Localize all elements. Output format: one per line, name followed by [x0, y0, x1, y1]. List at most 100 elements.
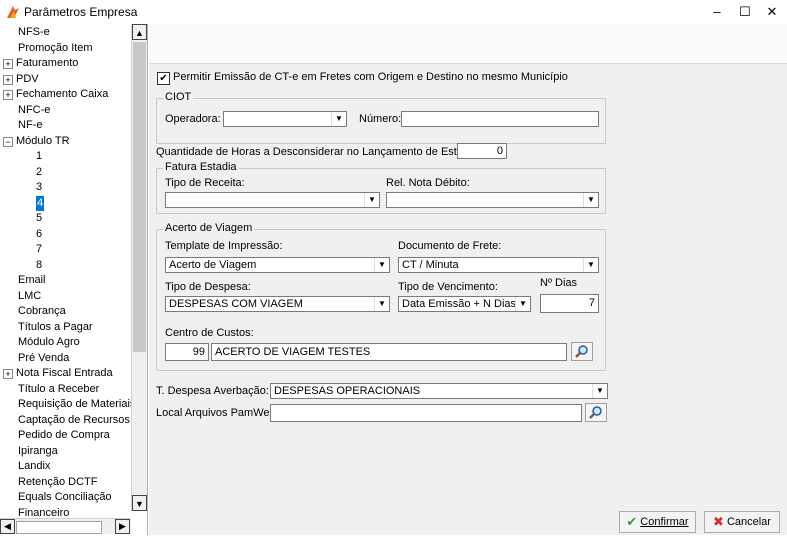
tipo-vencimento-label: Tipo de Vencimento:	[398, 281, 498, 293]
acerto-viagem-group: Acerto de Viagem Template de Impressão: …	[156, 222, 606, 371]
tree-item-label: LMC	[18, 289, 42, 302]
app-logo-icon	[7, 6, 19, 18]
tree-item-label: Títulos a Pagar	[18, 320, 93, 333]
tree-vertical-scrollbar[interactable]: ▲ ▼	[131, 24, 147, 511]
chevron-down-icon[interactable]: ▼	[374, 297, 389, 311]
chevron-down-icon[interactable]: ▼	[515, 297, 530, 311]
tree-item-label: Pedido de Compra	[18, 429, 110, 441]
tree-item-label: 7	[36, 243, 43, 255]
tree-item-label: Nota Fiscal Entrada	[16, 367, 113, 379]
search-local-button[interactable]	[585, 403, 607, 422]
tree-item-label: 6	[36, 227, 43, 240]
centro-codigo-input[interactable]: 99	[165, 343, 209, 361]
tree-item-label: 1	[36, 150, 43, 162]
tree-item-label: Módulo TR	[16, 134, 70, 147]
permitir-cte-checkbox[interactable]: ✔	[157, 72, 170, 85]
tipo-vencimento-select[interactable]: Data Emissão + N Dias ▼	[398, 296, 531, 312]
expand-icon[interactable]: +	[3, 74, 13, 85]
permitir-cte-label: Permitir Emissão de CT-e em Fretes com O…	[173, 71, 568, 83]
n-dias-label: Nº Dias	[540, 277, 578, 289]
operadora-label: Operadora:	[165, 113, 221, 125]
rel-nota-select[interactable]: ▼	[386, 192, 599, 208]
tree-item-label: Captação de Recursos	[18, 413, 130, 426]
tipo-receita-label: Tipo de Receita:	[165, 177, 245, 189]
template-select[interactable]: Acerto de Viagem ▼	[165, 257, 390, 273]
confirmar-button[interactable]: ✔ Confirmar	[619, 511, 696, 533]
tree-item-label: 2	[36, 165, 43, 178]
fatura-estadia-title: Fatura Estadia	[163, 161, 239, 173]
tree-item-label: PDV	[16, 72, 39, 85]
numero-label: Número:	[359, 113, 402, 125]
chevron-down-icon[interactable]: ▼	[583, 193, 598, 207]
settings-panel: ✔ Permitir Emissão de CT-e em Fretes com…	[149, 24, 787, 535]
local-arquivos-label: Local Arquivos PamWeb:	[156, 407, 279, 419]
tree-item-label: Equals Conciliação	[18, 491, 112, 503]
expand-icon[interactable]: +	[3, 59, 13, 69]
acerto-viagem-title: Acerto de Viagem	[163, 222, 255, 234]
tree-item-label: 4	[36, 195, 45, 211]
tree-hscroll-thumb[interactable]	[16, 521, 102, 534]
tree-item-label: Retenção DCTF	[18, 475, 98, 488]
scroll-left-arrow-icon[interactable]: ◀	[0, 519, 15, 534]
tree-item-label: Cobrança	[18, 305, 66, 317]
tipo-despesa-select[interactable]: DESPESAS COM VIAGEM ▼	[165, 296, 390, 312]
centro-nome-input[interactable]: ACERTO DE VIAGEM TESTES	[211, 343, 567, 361]
cancel-x-icon: ✖	[713, 514, 724, 530]
chevron-down-icon[interactable]: ▼	[364, 193, 379, 207]
tree-item-label: Promoção Item	[18, 41, 93, 54]
numero-input[interactable]	[401, 111, 599, 127]
tree-scroll-thumb[interactable]	[133, 42, 146, 352]
chevron-down-icon[interactable]: ▼	[374, 258, 389, 272]
tree-item-label: Landix	[18, 460, 51, 472]
ciot-group-title: CIOT	[163, 91, 194, 103]
cancelar-label: Cancelar	[726, 516, 771, 528]
tree-item-label: Requisição de Materiais	[18, 398, 136, 410]
centro-custos-label: Centro de Custos:	[165, 327, 254, 339]
horas-input[interactable]: 0	[457, 143, 507, 159]
n-dias-input[interactable]: 7	[540, 294, 599, 313]
tree-item-label: Fechamento Caixa	[16, 88, 109, 100]
chevron-down-icon[interactable]: ▼	[331, 112, 346, 126]
template-label: Template de Impressão:	[165, 240, 283, 252]
tree-item-label: Faturamento	[16, 57, 79, 69]
operadora-select[interactable]: ▼	[223, 111, 347, 127]
tree-item-label: Ipiranga	[18, 444, 58, 457]
tree-item-label: 3	[36, 181, 43, 193]
expand-icon[interactable]: +	[3, 90, 13, 100]
fatura-estadia-group: Fatura Estadia Tipo de Receita: ▼ Rel. N…	[156, 161, 606, 214]
tree-item-label: NFC-e	[18, 103, 51, 116]
rel-nota-label: Rel. Nota Débito:	[386, 177, 470, 189]
tree-item-label: Pré Venda	[18, 351, 70, 364]
documento-select[interactable]: CT / Minuta ▼	[398, 257, 599, 273]
window-title: Parâmetros Empresa	[24, 5, 138, 19]
collapse-icon[interactable]: −	[3, 136, 13, 147]
scroll-right-arrow-icon[interactable]: ▶	[115, 519, 130, 534]
close-button[interactable]: ✕	[749, 0, 787, 24]
settings-tree: NFS-e Promoção Item + Faturamento + PDV + Fecha…	[0, 24, 148, 535]
tree-item-label: 5	[36, 212, 43, 224]
tipo-despesa-label: Tipo de Despesa:	[165, 281, 251, 293]
expand-icon[interactable]: +	[3, 369, 13, 379]
panel-header	[149, 24, 787, 64]
documento-label: Documento de Frete:	[398, 240, 502, 252]
tipo-receita-select[interactable]: ▼	[165, 192, 380, 208]
tree-item-label: 8	[36, 258, 43, 271]
title-bar: Parâmetros Empresa – ☐ ✕	[0, 0, 787, 24]
tree-horizontal-scrollbar[interactable]: ◀ ▶	[0, 518, 131, 534]
cancelar-button[interactable]: ✖ Cancelar	[704, 511, 780, 533]
tree-item-label: Módulo Agro	[18, 336, 80, 348]
scroll-down-arrow-icon[interactable]: ▼	[132, 495, 147, 511]
magnifier-icon	[575, 345, 588, 358]
t-despesa-label: T. Despesa Averbação:	[156, 385, 269, 397]
magnifier-icon	[589, 406, 602, 419]
horas-label: Quantidade de Horas a Desconsiderar no L…	[156, 146, 481, 158]
chevron-down-icon[interactable]: ▼	[592, 384, 607, 398]
chevron-down-icon[interactable]: ▼	[583, 258, 598, 272]
tree-item-label: NF-e	[18, 119, 43, 131]
search-centro-button[interactable]	[571, 342, 593, 361]
tree-item-label: NFS-e	[18, 26, 50, 38]
scroll-up-arrow-icon[interactable]: ▲	[132, 24, 147, 40]
confirmar-label: Confirmar	[640, 516, 689, 528]
t-despesa-select[interactable]: DESPESAS OPERACIONAIS ▼	[270, 383, 608, 399]
local-arquivos-input[interactable]	[270, 404, 582, 422]
